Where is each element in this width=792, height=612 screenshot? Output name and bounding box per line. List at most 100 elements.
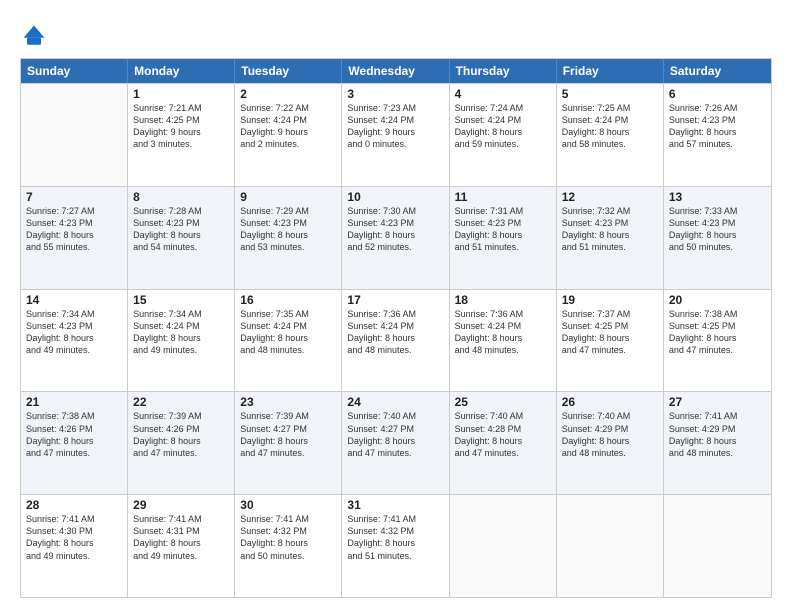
calendar-cell: 11Sunrise: 7:31 AM Sunset: 4:23 PM Dayli… [450, 187, 557, 289]
calendar-cell: 16Sunrise: 7:35 AM Sunset: 4:24 PM Dayli… [235, 290, 342, 392]
calendar-cell: 2Sunrise: 7:22 AM Sunset: 4:24 PM Daylig… [235, 84, 342, 186]
calendar-cell: 8Sunrise: 7:28 AM Sunset: 4:23 PM Daylig… [128, 187, 235, 289]
calendar-body: 1Sunrise: 7:21 AM Sunset: 4:25 PM Daylig… [21, 83, 771, 597]
calendar-cell [21, 84, 128, 186]
header [20, 18, 772, 50]
cal-header-cell: Wednesday [342, 59, 449, 83]
day-number: 12 [562, 190, 658, 204]
day-number: 30 [240, 498, 336, 512]
day-number: 26 [562, 395, 658, 409]
day-number: 28 [26, 498, 122, 512]
day-number: 4 [455, 87, 551, 101]
calendar-cell [664, 495, 771, 597]
calendar-cell: 7Sunrise: 7:27 AM Sunset: 4:23 PM Daylig… [21, 187, 128, 289]
day-info: Sunrise: 7:36 AM Sunset: 4:24 PM Dayligh… [347, 308, 443, 357]
logo-icon [20, 22, 48, 50]
calendar-row: 14Sunrise: 7:34 AM Sunset: 4:23 PM Dayli… [21, 289, 771, 392]
cal-header-cell: Saturday [664, 59, 771, 83]
day-info: Sunrise: 7:40 AM Sunset: 4:27 PM Dayligh… [347, 410, 443, 459]
day-number: 24 [347, 395, 443, 409]
calendar-row: 1Sunrise: 7:21 AM Sunset: 4:25 PM Daylig… [21, 83, 771, 186]
calendar-cell: 13Sunrise: 7:33 AM Sunset: 4:23 PM Dayli… [664, 187, 771, 289]
day-info: Sunrise: 7:37 AM Sunset: 4:25 PM Dayligh… [562, 308, 658, 357]
calendar-cell: 18Sunrise: 7:36 AM Sunset: 4:24 PM Dayli… [450, 290, 557, 392]
day-number: 19 [562, 293, 658, 307]
day-number: 20 [669, 293, 766, 307]
calendar-row: 7Sunrise: 7:27 AM Sunset: 4:23 PM Daylig… [21, 186, 771, 289]
calendar-cell: 15Sunrise: 7:34 AM Sunset: 4:24 PM Dayli… [128, 290, 235, 392]
day-number: 31 [347, 498, 443, 512]
day-number: 13 [669, 190, 766, 204]
day-info: Sunrise: 7:28 AM Sunset: 4:23 PM Dayligh… [133, 205, 229, 254]
day-number: 18 [455, 293, 551, 307]
day-info: Sunrise: 7:35 AM Sunset: 4:24 PM Dayligh… [240, 308, 336, 357]
day-info: Sunrise: 7:29 AM Sunset: 4:23 PM Dayligh… [240, 205, 336, 254]
day-info: Sunrise: 7:34 AM Sunset: 4:23 PM Dayligh… [26, 308, 122, 357]
calendar-cell: 4Sunrise: 7:24 AM Sunset: 4:24 PM Daylig… [450, 84, 557, 186]
cal-header-cell: Tuesday [235, 59, 342, 83]
calendar-cell: 29Sunrise: 7:41 AM Sunset: 4:31 PM Dayli… [128, 495, 235, 597]
day-info: Sunrise: 7:31 AM Sunset: 4:23 PM Dayligh… [455, 205, 551, 254]
day-info: Sunrise: 7:39 AM Sunset: 4:26 PM Dayligh… [133, 410, 229, 459]
day-info: Sunrise: 7:23 AM Sunset: 4:24 PM Dayligh… [347, 102, 443, 151]
cal-header-cell: Sunday [21, 59, 128, 83]
day-info: Sunrise: 7:40 AM Sunset: 4:29 PM Dayligh… [562, 410, 658, 459]
calendar-cell [557, 495, 664, 597]
day-info: Sunrise: 7:41 AM Sunset: 4:30 PM Dayligh… [26, 513, 122, 562]
calendar-cell: 23Sunrise: 7:39 AM Sunset: 4:27 PM Dayli… [235, 392, 342, 494]
day-info: Sunrise: 7:41 AM Sunset: 4:32 PM Dayligh… [240, 513, 336, 562]
day-info: Sunrise: 7:30 AM Sunset: 4:23 PM Dayligh… [347, 205, 443, 254]
day-info: Sunrise: 7:41 AM Sunset: 4:31 PM Dayligh… [133, 513, 229, 562]
calendar-cell: 3Sunrise: 7:23 AM Sunset: 4:24 PM Daylig… [342, 84, 449, 186]
day-number: 15 [133, 293, 229, 307]
calendar-cell: 19Sunrise: 7:37 AM Sunset: 4:25 PM Dayli… [557, 290, 664, 392]
calendar-cell: 24Sunrise: 7:40 AM Sunset: 4:27 PM Dayli… [342, 392, 449, 494]
calendar-cell: 20Sunrise: 7:38 AM Sunset: 4:25 PM Dayli… [664, 290, 771, 392]
day-number: 7 [26, 190, 122, 204]
calendar-cell: 12Sunrise: 7:32 AM Sunset: 4:23 PM Dayli… [557, 187, 664, 289]
day-info: Sunrise: 7:40 AM Sunset: 4:28 PM Dayligh… [455, 410, 551, 459]
day-number: 25 [455, 395, 551, 409]
day-number: 3 [347, 87, 443, 101]
calendar-cell [450, 495, 557, 597]
day-number: 1 [133, 87, 229, 101]
calendar-cell: 6Sunrise: 7:26 AM Sunset: 4:23 PM Daylig… [664, 84, 771, 186]
day-number: 27 [669, 395, 766, 409]
calendar-header-row: SundayMondayTuesdayWednesdayThursdayFrid… [21, 59, 771, 83]
day-info: Sunrise: 7:26 AM Sunset: 4:23 PM Dayligh… [669, 102, 766, 151]
calendar-cell: 9Sunrise: 7:29 AM Sunset: 4:23 PM Daylig… [235, 187, 342, 289]
calendar-cell: 21Sunrise: 7:38 AM Sunset: 4:26 PM Dayli… [21, 392, 128, 494]
day-info: Sunrise: 7:24 AM Sunset: 4:24 PM Dayligh… [455, 102, 551, 151]
day-number: 29 [133, 498, 229, 512]
cal-header-cell: Friday [557, 59, 664, 83]
day-info: Sunrise: 7:39 AM Sunset: 4:27 PM Dayligh… [240, 410, 336, 459]
day-number: 21 [26, 395, 122, 409]
day-number: 16 [240, 293, 336, 307]
day-info: Sunrise: 7:21 AM Sunset: 4:25 PM Dayligh… [133, 102, 229, 151]
calendar-cell: 22Sunrise: 7:39 AM Sunset: 4:26 PM Dayli… [128, 392, 235, 494]
calendar-cell: 17Sunrise: 7:36 AM Sunset: 4:24 PM Dayli… [342, 290, 449, 392]
day-number: 11 [455, 190, 551, 204]
day-number: 14 [26, 293, 122, 307]
calendar-cell: 28Sunrise: 7:41 AM Sunset: 4:30 PM Dayli… [21, 495, 128, 597]
calendar-row: 28Sunrise: 7:41 AM Sunset: 4:30 PM Dayli… [21, 494, 771, 597]
day-info: Sunrise: 7:34 AM Sunset: 4:24 PM Dayligh… [133, 308, 229, 357]
calendar-cell: 10Sunrise: 7:30 AM Sunset: 4:23 PM Dayli… [342, 187, 449, 289]
cal-header-cell: Monday [128, 59, 235, 83]
day-number: 6 [669, 87, 766, 101]
day-number: 5 [562, 87, 658, 101]
day-info: Sunrise: 7:38 AM Sunset: 4:25 PM Dayligh… [669, 308, 766, 357]
day-number: 9 [240, 190, 336, 204]
calendar-cell: 1Sunrise: 7:21 AM Sunset: 4:25 PM Daylig… [128, 84, 235, 186]
calendar: SundayMondayTuesdayWednesdayThursdayFrid… [20, 58, 772, 598]
calendar-row: 21Sunrise: 7:38 AM Sunset: 4:26 PM Dayli… [21, 391, 771, 494]
calendar-cell: 5Sunrise: 7:25 AM Sunset: 4:24 PM Daylig… [557, 84, 664, 186]
day-number: 17 [347, 293, 443, 307]
calendar-cell: 25Sunrise: 7:40 AM Sunset: 4:28 PM Dayli… [450, 392, 557, 494]
day-info: Sunrise: 7:41 AM Sunset: 4:29 PM Dayligh… [669, 410, 766, 459]
calendar-cell: 30Sunrise: 7:41 AM Sunset: 4:32 PM Dayli… [235, 495, 342, 597]
day-info: Sunrise: 7:38 AM Sunset: 4:26 PM Dayligh… [26, 410, 122, 459]
calendar-cell: 27Sunrise: 7:41 AM Sunset: 4:29 PM Dayli… [664, 392, 771, 494]
cal-header-cell: Thursday [450, 59, 557, 83]
day-info: Sunrise: 7:41 AM Sunset: 4:32 PM Dayligh… [347, 513, 443, 562]
